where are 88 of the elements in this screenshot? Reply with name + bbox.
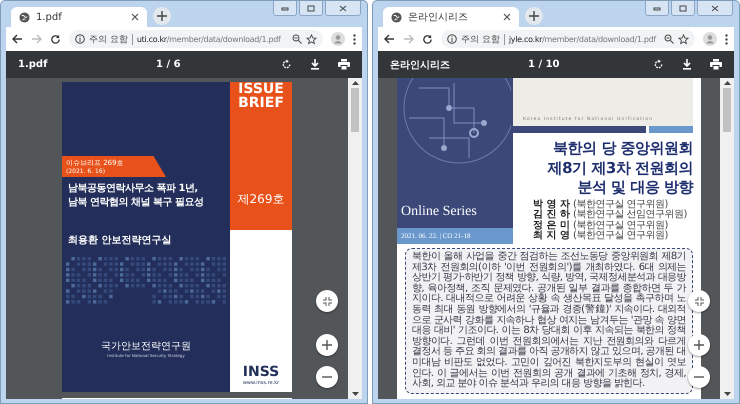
rotate-icon[interactable]	[653, 59, 664, 70]
maximize-icon	[307, 4, 315, 12]
author-role: (북한연구실 연구위원)	[572, 220, 668, 230]
scroll-thumb[interactable]	[723, 88, 731, 132]
avatar-icon[interactable]	[703, 32, 717, 46]
issue-number: 제269호	[236, 191, 286, 208]
new-tab-button[interactable]	[525, 7, 543, 25]
globe-icon	[391, 12, 402, 22]
plus-icon	[694, 340, 704, 350]
document-heading: 북한의 당 중앙위원회 제8기 제3차 전원회의 분석 및 대응 방향	[546, 139, 693, 198]
address-bar[interactable]: 주의 요함 jyle.co.kr/member/data/download/1.pdf	[441, 30, 695, 48]
security-warning: 주의 요함	[89, 34, 128, 46]
menu-icon[interactable]	[725, 34, 728, 44]
tab-title: 1.pdf	[36, 12, 63, 22]
maximize-button[interactable]	[671, 1, 695, 16]
author-role: (북한연구실 선임연구위원)	[572, 210, 687, 220]
abstract-text: 북한이 올해 사업을 중간 점검하는 조선노동당 중앙위원회 제8기 제3차 전원회의(이하 '이번 전원회의')를 개최하였다. 6대 의제는 상반기 평가·하반기 정책 방향, 식량, 방역, 국제정세분석과 대응방향, 육아정책, 조직 문제였다. 공개된 일부 결과를 종합하면 두 가지이다. 대내적으로 어려운 상황 속 생산목표 달성을 촉구하며 노동력 최대 동원 방향에서의 '규율과 경종(警鐘)' 지속이다. 대외적으로 군사력 강화를 지속하나 협상 여지는 남겨두는 '관망 속 양면 대응 대비' 기조이다. 이는 8차 당대회 이후 지속되는 북한의 정책 방향이다. 그런데 이번 전원회의에서는 지난 전원회의와 다르게 결정서 등 주요 회의 결과를 아직 공개하지 않고 있으며, 공개된 대미대남 비판도 없었다. 고민이 깊어진 북한지도부의 현실이 엿보인다. 이 글에서는 이번 전원회의 공개 결과에 기초해 정치, 경제, 사회, 외교 분야 이슈 분석과 우리의 대응 방향을 밝힌다.	[412, 251, 686, 390]
plus-icon	[529, 11, 539, 21]
star-icon[interactable]	[306, 34, 317, 44]
author-name: 김 진 하	[533, 210, 570, 220]
back-icon[interactable]	[12, 34, 23, 44]
minimize-button[interactable]	[273, 1, 297, 16]
fit-page-button[interactable]	[316, 290, 338, 312]
minimize-button[interactable]	[645, 1, 669, 16]
minimize-icon	[281, 5, 289, 11]
back-icon[interactable]	[384, 34, 395, 44]
close-tab-icon[interactable]	[131, 13, 139, 21]
download-icon[interactable]	[682, 59, 692, 70]
browser-tab[interactable]: 1.pdf	[11, 7, 147, 27]
inss-logo: INSS	[242, 364, 280, 380]
close-icon	[339, 4, 347, 12]
close-button[interactable]	[325, 1, 361, 16]
page-counter: 1 / 10	[528, 59, 560, 70]
scroll-up-icon[interactable]	[352, 81, 358, 85]
close-tab-icon[interactable]	[503, 13, 511, 21]
plus-icon	[322, 340, 332, 350]
series-name: Online Series	[400, 203, 478, 221]
download-icon[interactable]	[310, 59, 320, 70]
rotate-icon[interactable]	[281, 59, 292, 70]
close-icon	[711, 4, 719, 12]
publisher-name: 국가안보전략연구원	[100, 340, 192, 353]
info-icon	[75, 34, 85, 44]
brief-label: ISSUE BRIEF	[237, 82, 285, 110]
globe-icon	[19, 12, 30, 22]
author-name: 최 지 영	[533, 231, 570, 242]
author-role: (북한연구실 연구위원)	[572, 200, 668, 210]
plus-icon	[157, 11, 167, 21]
zoom-icon[interactable]	[664, 34, 674, 44]
scrollbar[interactable]	[720, 78, 734, 399]
url-text: uti.co.kr/member/data/download/1.pdf	[136, 34, 282, 44]
menu-icon[interactable]	[353, 34, 356, 44]
new-tab-button[interactable]	[153, 7, 171, 25]
author-name: 정 은 미	[533, 220, 570, 230]
document-title: 1.pdf	[18, 59, 48, 70]
scroll-down-icon[interactable]	[724, 392, 730, 396]
tab-title: 온라인시리즈	[408, 11, 469, 24]
maximize-icon	[679, 4, 687, 12]
scrollbar[interactable]	[348, 78, 362, 399]
author-role: (북한연구실 연구위원)	[572, 231, 668, 242]
author-name: 박 영 자	[533, 200, 570, 210]
scroll-down-icon[interactable]	[352, 392, 358, 396]
document-title: 온라인시리즈	[390, 58, 451, 72]
author-line: 최용환 안보전략연구실	[67, 234, 172, 247]
page-counter: 1 / 6	[156, 59, 182, 70]
browser-tab[interactable]: 온라인시리즈	[383, 7, 519, 27]
zoom-icon[interactable]	[292, 34, 302, 44]
maximize-button[interactable]	[299, 1, 323, 16]
fit-page-icon	[322, 296, 332, 306]
star-icon[interactable]	[678, 34, 689, 44]
fit-page-icon	[694, 296, 704, 306]
print-icon[interactable]	[710, 59, 722, 70]
minimize-icon	[653, 5, 661, 11]
print-icon[interactable]	[338, 59, 350, 70]
zoom-in-button[interactable]	[316, 334, 338, 356]
scroll-thumb[interactable]	[351, 88, 359, 132]
zoom-out-button[interactable]	[316, 366, 338, 388]
document-heading: 남북공동연락사무소 폭파 1년, 남북 연락협의 채널 복구 필요성	[67, 182, 204, 209]
scroll-up-icon[interactable]	[724, 81, 730, 85]
avatar-icon[interactable]	[331, 32, 345, 46]
reload-icon[interactable]	[422, 34, 433, 44]
fit-page-button[interactable]	[688, 290, 710, 312]
info-icon	[447, 34, 457, 44]
url-text: jyle.co.kr/member/data/download/1.pdf	[508, 34, 658, 44]
address-bar[interactable]: 주의 요함 uti.co.kr/member/data/download/1.pdf	[69, 30, 323, 48]
close-button[interactable]	[697, 1, 733, 16]
zoom-in-button[interactable]	[688, 334, 710, 356]
reload-icon[interactable]	[50, 34, 61, 44]
security-warning: 주의 요함	[461, 34, 500, 46]
